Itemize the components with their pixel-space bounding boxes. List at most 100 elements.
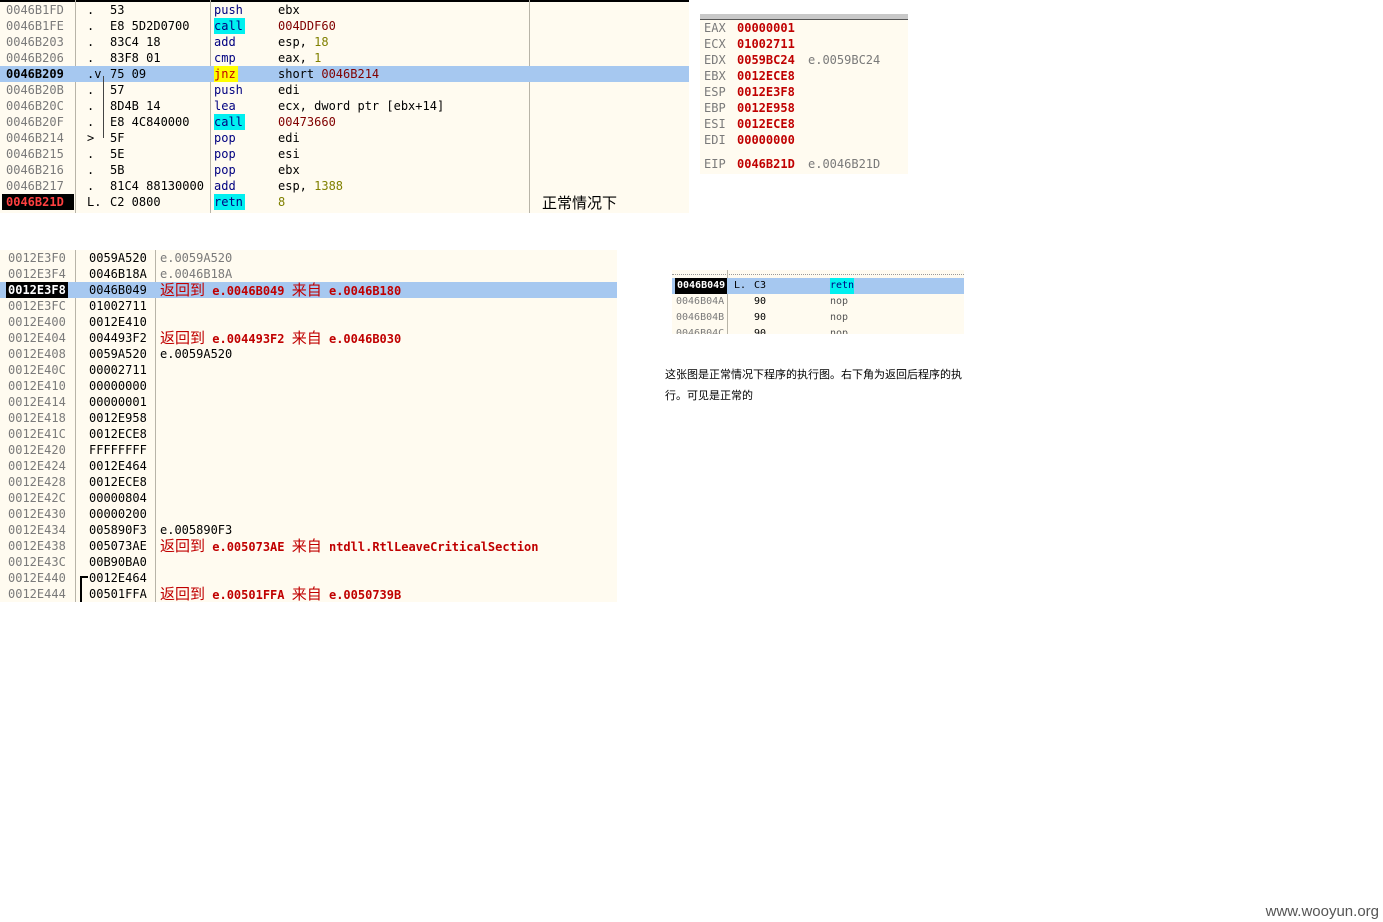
stack-comment: e.0059A520 bbox=[160, 347, 233, 361]
return-target: e.005073AE bbox=[212, 540, 285, 554]
register-row-ebx[interactable]: EBX 0012ECE8 bbox=[700, 68, 908, 84]
register-row-esi[interactable]: ESI 0012ECE8 bbox=[700, 116, 908, 132]
stack-row[interactable]: 0012E430 00000200 bbox=[0, 506, 617, 522]
register-row-eax[interactable]: EAX 00000001 bbox=[700, 20, 908, 36]
return-label: 返回到 bbox=[160, 281, 206, 299]
address-cell: 0046B20C bbox=[6, 99, 64, 113]
register-row-ecx[interactable]: ECX 01002711 bbox=[700, 36, 908, 52]
disasm-row[interactable]: 0046B206. 83F8 01 cmp eax, 1 bbox=[0, 50, 689, 66]
operands: 8 bbox=[278, 194, 285, 210]
register-comment: e.0046B21D bbox=[808, 157, 881, 171]
address-cell: 0046B1FE bbox=[6, 19, 64, 33]
stack-value: 0012E410 bbox=[89, 315, 147, 329]
stack-row[interactable]: 0012E414 00000001 bbox=[0, 394, 617, 410]
operand-part: 8 bbox=[278, 195, 286, 209]
from-target: e.0046B180 bbox=[328, 284, 402, 298]
register-row-edi[interactable]: EDI 00000000 bbox=[700, 132, 908, 148]
stack-row[interactable]: 0012E3F8 0046B049 返回到 e.0046B049 来自 e.0046… bbox=[0, 282, 617, 298]
mini-address: 0046B04A bbox=[676, 296, 725, 307]
operand-part: 004DDF60 bbox=[278, 19, 336, 33]
stack-row[interactable]: 0012E444 00501FFA 返回到 e.00501FFA 来自 e.0050… bbox=[0, 586, 617, 602]
stack-address: 0012E3F4 bbox=[8, 267, 66, 281]
hex-bytes: 75 09 bbox=[110, 67, 147, 81]
mini-hex: 90 bbox=[754, 328, 767, 334]
mini-row: 0046B04A 90 nop bbox=[672, 294, 964, 310]
stack-address: 0012E420 bbox=[8, 443, 66, 457]
from-target: ntdll.RtlLeaveCriticalSection bbox=[328, 540, 539, 554]
mini-row: 0046B04C 90 nop bbox=[672, 326, 964, 334]
stack-address: 0012E418 bbox=[8, 411, 66, 425]
mnemonic: pop bbox=[214, 131, 236, 145]
hex-bytes: 8D4B 14 bbox=[110, 99, 161, 113]
stack-value: 01002711 bbox=[89, 299, 147, 313]
stack-row[interactable]: 0012E408 0059A520 e.0059A520 bbox=[0, 346, 617, 362]
address-cell: 0046B214 bbox=[6, 131, 64, 145]
disasm-row[interactable]: 0046B1FE. E8 5D2D0700 call 004DDF60 bbox=[0, 18, 689, 34]
stack-row[interactable]: 0012E424 0012E464 bbox=[0, 458, 617, 474]
flow-marker: . bbox=[87, 83, 95, 97]
stack-value: 0059A520 bbox=[89, 251, 147, 265]
operand-part: edi bbox=[278, 131, 300, 145]
disasm-row[interactable]: 0046B215. 5E pop esi bbox=[0, 146, 689, 162]
operand-part: ebx bbox=[278, 3, 300, 17]
hex-bytes: 5F bbox=[110, 131, 125, 145]
stack-row[interactable]: 0012E420 FFFFFFFF bbox=[0, 442, 617, 458]
return-label: 返回到 bbox=[160, 329, 206, 347]
mini-address: 0046B049 bbox=[675, 278, 728, 294]
stack-row[interactable]: 0012E400 0012E410 bbox=[0, 314, 617, 330]
register-row-esp[interactable]: ESP 0012E3F8 bbox=[700, 84, 908, 100]
address-cell: 0046B21D bbox=[2, 194, 74, 210]
stack-address: 0012E43C bbox=[8, 555, 66, 569]
register-row-ebp[interactable]: EBP 0012E958 bbox=[700, 100, 908, 116]
register-name: EDX bbox=[704, 53, 726, 67]
flow-marker: . bbox=[87, 115, 95, 129]
operands: esp, 1388 bbox=[278, 178, 343, 194]
stack-row[interactable]: 0012E428 0012ECE8 bbox=[0, 474, 617, 490]
return-target: e.00501FFA bbox=[212, 588, 285, 602]
stack-row[interactable]: 0012E410 00000000 bbox=[0, 378, 617, 394]
stack-row[interactable]: 0012E41C 0012ECE8 bbox=[0, 426, 617, 442]
stack-row[interactable]: 0012E3F0 0059A520 e.0059A520 bbox=[0, 250, 617, 266]
mini-address: 0046B04C bbox=[676, 328, 725, 334]
flow-marker: . bbox=[87, 163, 95, 177]
stack-row[interactable]: 0012E434 005890F3 e.005890F3 bbox=[0, 522, 617, 538]
mini-row: 0046B04B 90 nop bbox=[672, 310, 964, 326]
stack-row[interactable]: 0012E40C 00002711 bbox=[0, 362, 617, 378]
flow-marker: L. bbox=[87, 195, 102, 209]
jump-arrow-line bbox=[103, 76, 104, 138]
stack-row[interactable]: 0012E418 0012E958 bbox=[0, 410, 617, 426]
register-row-eip[interactable]: EIP 0046B21D e.0046B21D bbox=[700, 156, 908, 172]
disasm-row[interactable]: 0046B203. 83C4 18 add esp, 18 bbox=[0, 34, 689, 50]
cropped-row-edge bbox=[672, 270, 964, 275]
stack-row[interactable]: 0012E440 0012E464 bbox=[0, 570, 617, 586]
disassembly-pane[interactable]: 0046B1FD. 53 push ebx 0046B1FE. E8 5D2D0700 ca… bbox=[0, 0, 689, 213]
stack-value: 0012ECE8 bbox=[89, 475, 147, 489]
hex-bytes: 57 bbox=[110, 83, 125, 97]
stack-row[interactable]: 0012E438 005073AE 返回到 e.005073AE 来自 ntdll.… bbox=[0, 538, 617, 554]
stack-row[interactable]: 0012E42C 00000804 bbox=[0, 490, 617, 506]
stack-value: 0012E958 bbox=[89, 411, 147, 425]
flow-marker: . bbox=[87, 35, 95, 49]
stack-row[interactable]: 0012E3FC 01002711 bbox=[0, 298, 617, 314]
operand-part: 18 bbox=[314, 35, 329, 49]
registers-pane[interactable]: EAX 00000001 ECX 01002711 EDX 0059BC24 e.0059B… bbox=[700, 14, 908, 174]
stack-value: 00B90BA0 bbox=[89, 555, 147, 569]
disasm-row[interactable]: 0046B216. 5B pop ebx bbox=[0, 162, 689, 178]
stack-row[interactable]: 0012E43C 00B90BA0 bbox=[0, 554, 617, 570]
operand-part: short bbox=[278, 67, 322, 81]
register-row-edx[interactable]: EDX 0059BC24 e.0059BC24 bbox=[700, 52, 908, 68]
stack-pane[interactable]: 0012E3F0 0059A520 e.0059A520 0012E3F4 0046B1… bbox=[0, 250, 617, 602]
register-value: 0012ECE8 bbox=[737, 117, 795, 131]
stack-row[interactable]: 0012E404 004493F2 返回到 e.004493F2 来自 e.0046… bbox=[0, 330, 617, 346]
operand-part: esi bbox=[278, 147, 300, 161]
disasm-row[interactable]: 0046B1FD. 53 push ebx bbox=[0, 2, 689, 18]
stack-row[interactable]: 0012E3F4 0046B18A e.0046B18A bbox=[0, 266, 617, 282]
note-label: 正常情况下 bbox=[542, 194, 618, 212]
mini-address: 0046B04B bbox=[676, 312, 725, 323]
from-target: e.0050739B bbox=[328, 588, 402, 602]
hex-bytes: 81C4 88130000 bbox=[110, 179, 204, 193]
register-value: 0046B21D bbox=[737, 157, 795, 171]
mini-mnemonic: nop bbox=[830, 312, 849, 323]
stack-value: 0046B18A bbox=[89, 267, 147, 281]
stack-value: 00000000 bbox=[89, 379, 147, 393]
